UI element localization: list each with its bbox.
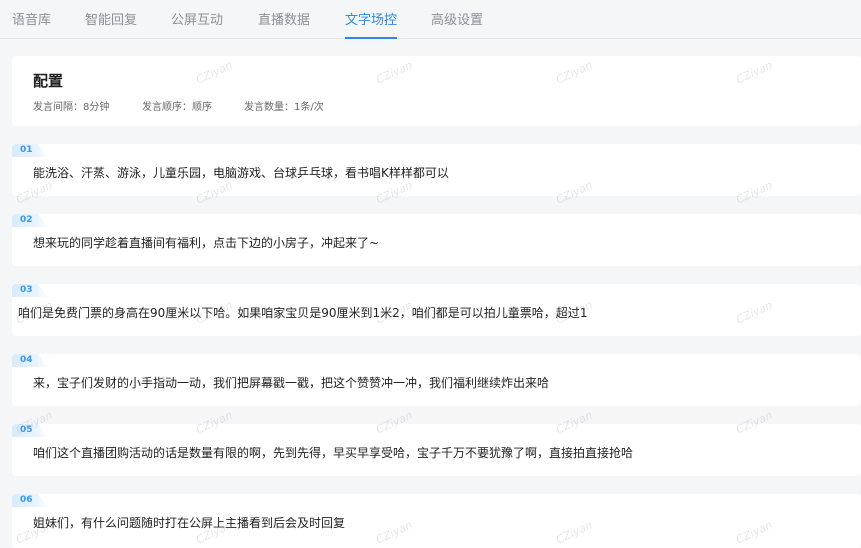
index-badge: 01: [12, 144, 48, 157]
message-item[interactable]: 05 咱们这个直播团购活动的话是数量有限的啊，先到先得，早买早享受哈，宝子千万不…: [12, 424, 861, 476]
index-badge: 05: [12, 424, 48, 437]
speech-interval: 发言间隔：8分钟: [33, 102, 110, 113]
message-text: 咱们这个直播团购活动的话是数量有限的啊，先到先得，早买早享受哈，宝子千万不要犹豫…: [33, 446, 634, 460]
message-item[interactable]: 02 想来玩的同学趁着直播间有福利，点击下边的小房子，冲起来了~: [12, 214, 861, 266]
config-card: 配置 发言间隔：8分钟 发言顺序：顺序 发言数量：1条/次: [12, 56, 861, 126]
tab-screen-interaction[interactable]: 公屏互动: [171, 12, 223, 39]
tab-live-data[interactable]: 直播数据: [258, 12, 310, 39]
message-text: 能洗浴、汗蒸、游泳，儿童乐园，电脑游戏、台球乒乓球，看书唱K样样都可以: [33, 166, 449, 180]
message-item[interactable]: 04 来，宝子们发财的小手指动一动，我们把屏幕戳一戳，把这个赞赞冲一冲，我们福利…: [12, 354, 861, 406]
speech-count: 发言数量：1条/次: [244, 102, 324, 113]
speech-order: 发言顺序：顺序: [142, 102, 212, 113]
message-item[interactable]: 06 姐妹们，有什么问题随时打在公屏上主播看到后会及时回复: [12, 494, 861, 548]
tab-bar: 语音库 智能回复 公屏互动 直播数据 文字场控 高级设置: [0, 0, 861, 39]
message-text: 姐妹们，有什么问题随时打在公屏上主播看到后会及时回复: [33, 516, 346, 530]
index-badge: 06: [12, 494, 48, 507]
config-title: 配置: [33, 72, 64, 90]
message-item[interactable]: 01 能洗浴、汗蒸、游泳，儿童乐园，电脑游戏、台球乒乓球，看书唱K样样都可以: [12, 144, 861, 196]
message-text: 想来玩的同学趁着直播间有福利，点击下边的小房子，冲起来了~: [33, 236, 380, 250]
message-text: 咱们是免费门票的身高在90厘米以下哈。如果咱家宝贝是90厘米到1米2，咱们都是可…: [18, 306, 588, 320]
index-badge: 03: [12, 284, 48, 297]
message-item[interactable]: 03 咱们是免费门票的身高在90厘米以下哈。如果咱家宝贝是90厘米到1米2，咱们…: [12, 284, 861, 336]
tab-smart-reply[interactable]: 智能回复: [85, 12, 137, 39]
index-badge: 02: [12, 214, 48, 227]
tab-advanced-settings[interactable]: 高级设置: [431, 12, 483, 39]
tab-text-control[interactable]: 文字场控: [345, 12, 398, 39]
index-badge: 04: [12, 354, 48, 367]
tab-voice-library[interactable]: 语音库: [12, 12, 51, 39]
message-text: 来，宝子们发财的小手指动一动，我们把屏幕戳一戳，把这个赞赞冲一冲，我们福利继续炸…: [33, 376, 550, 390]
